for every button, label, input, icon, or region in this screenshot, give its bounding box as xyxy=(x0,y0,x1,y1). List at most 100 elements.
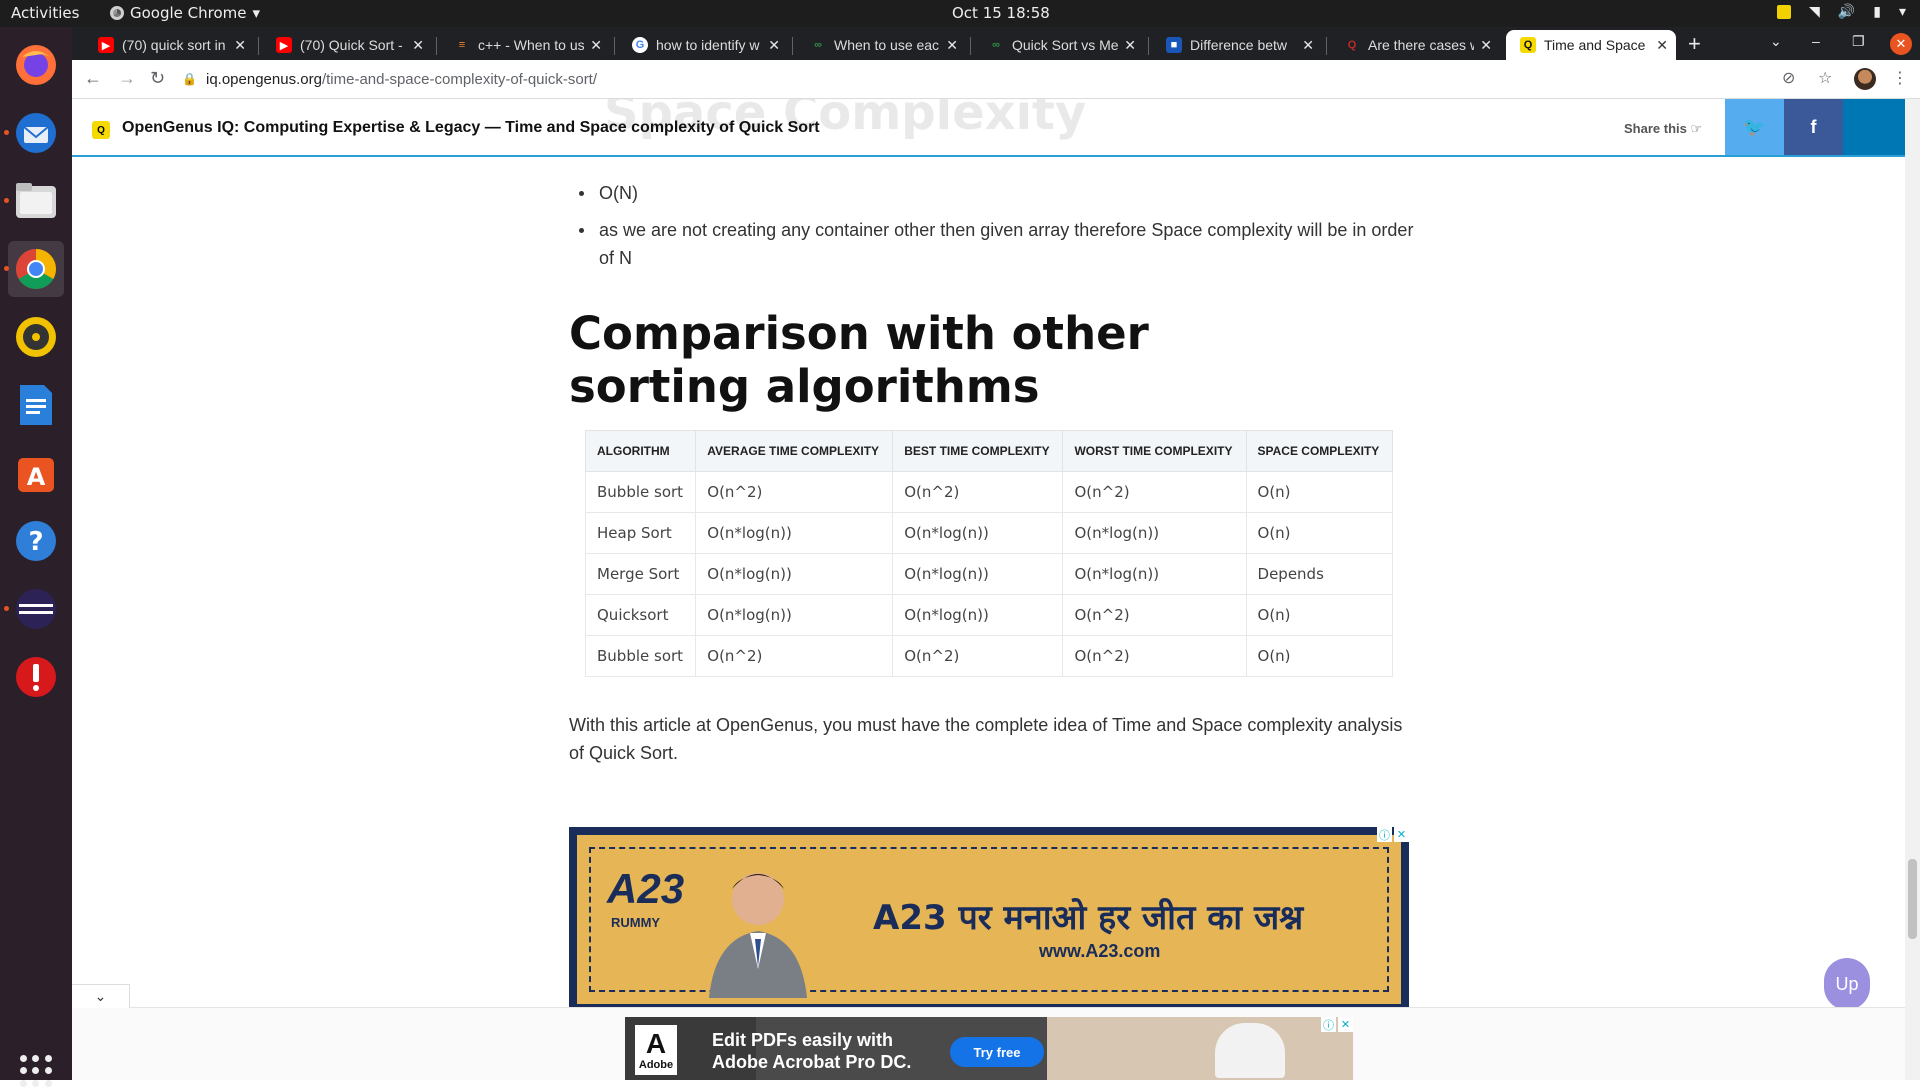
writer-icon[interactable] xyxy=(8,377,64,433)
minimize-icon[interactable]: – xyxy=(1812,33,1820,49)
thunderbird-icon[interactable] xyxy=(8,105,64,161)
updates-icon[interactable] xyxy=(8,649,64,705)
volume-icon[interactable]: 🔊 xyxy=(1838,4,1855,20)
clock[interactable]: Oct 15 18:58 xyxy=(952,4,1050,22)
tab-youtube-quick-sort[interactable]: ▶ (70) quick sort in ✕ xyxy=(84,30,254,60)
tab-difference-between[interactable]: ■ Difference betw ✕ xyxy=(1152,30,1322,60)
ad-close-icon[interactable]: ✕ xyxy=(1394,827,1409,842)
activities-button[interactable]: Activities xyxy=(11,4,79,22)
ad-close-icon[interactable]: ✕ xyxy=(1338,1017,1353,1032)
ad-headline: A23 पर मनाओ हर जीत का जश्न xyxy=(873,898,1304,938)
scrollbar-thumb[interactable] xyxy=(1908,859,1917,939)
close-tab-icon[interactable]: ✕ xyxy=(1302,37,1314,54)
eclipse-icon[interactable] xyxy=(8,581,64,637)
opengenus-logo[interactable]: Q xyxy=(92,121,110,139)
tab-quora[interactable]: Q Are there cases w ✕ xyxy=(1330,30,1500,60)
chevron-down-icon: ⌄ xyxy=(94,988,107,1004)
try-free-button[interactable]: Try free xyxy=(950,1037,1044,1067)
new-tab-button[interactable]: + xyxy=(1688,31,1701,57)
battery-icon[interactable]: ▮ xyxy=(1873,4,1881,20)
page-scrollbar[interactable] xyxy=(1905,99,1920,1080)
youtube-icon: ▶ xyxy=(98,37,114,53)
adchoices-icon[interactable]: ⓘ xyxy=(1377,827,1392,842)
chevron-down-icon: ▾ xyxy=(252,4,261,22)
notes-icon[interactable] xyxy=(1777,5,1792,19)
show-applications-icon[interactable] xyxy=(20,1055,52,1087)
ad-person-image xyxy=(1215,1023,1285,1078)
back-icon[interactable]: ← xyxy=(84,68,102,89)
wifi-icon[interactable]: ◥ xyxy=(1809,4,1820,20)
firefox-icon[interactable] xyxy=(8,37,64,93)
kebab-menu-icon[interactable]: ⋮ xyxy=(1892,68,1908,88)
twitter-share-button[interactable]: 🐦 xyxy=(1725,99,1784,155)
close-window-icon[interactable]: ✕ xyxy=(1890,33,1912,55)
adobe-acrobat-ad[interactable]: A Adobe Edit PDFs easily with Adobe Acro… xyxy=(625,1017,1353,1080)
address-bar[interactable]: 🔒 iq.opengenus.org/time-and-space-comple… xyxy=(182,64,1882,94)
tab-time-and-space-active[interactable]: Q Time and Space c ✕ xyxy=(1506,30,1676,60)
conclusion-paragraph: With this article at OpenGenus, you must… xyxy=(569,715,1403,763)
files-icon[interactable] xyxy=(8,173,64,229)
power-menu-icon[interactable]: ▾ xyxy=(1899,4,1906,20)
ad-headline: Edit PDFs easily with Adobe Acrobat Pro … xyxy=(712,1030,912,1072)
svg-text:?: ? xyxy=(28,527,43,557)
column-header: AVERAGE TIME COMPLEXITY xyxy=(695,430,894,472)
ad-choices[interactable]: ⓘ ✕ xyxy=(1321,1017,1353,1032)
scroll-to-top-button[interactable]: Up xyxy=(1824,958,1870,1010)
forward-icon[interactable]: → xyxy=(118,68,136,89)
table-cell: Heap Sort xyxy=(584,512,697,554)
software-icon[interactable]: A xyxy=(8,445,64,501)
rhythmbox-icon[interactable] xyxy=(8,309,64,365)
ad-brand-subtitle: RUMMY xyxy=(611,915,661,930)
close-tab-icon[interactable]: ✕ xyxy=(768,37,780,54)
reload-icon[interactable]: ↻ xyxy=(150,68,165,89)
close-tab-icon[interactable]: ✕ xyxy=(1480,37,1492,54)
table-cell: O(n^2) xyxy=(695,471,894,513)
system-tray[interactable]: ◥ 🔊 ▮ ▾ xyxy=(1777,4,1906,20)
adobe-logo: A Adobe xyxy=(635,1025,677,1075)
app-menu[interactable]: Google Chrome ▾ xyxy=(110,4,260,22)
table-cell: O(n*log(n)) xyxy=(1062,512,1247,554)
profile-avatar[interactable] xyxy=(1854,68,1876,90)
site-title[interactable]: OpenGenus IQ: Computing Expertise & Lega… xyxy=(122,119,820,137)
close-tab-icon[interactable]: ✕ xyxy=(946,37,958,54)
stackoverflow-icon: ≡ xyxy=(458,39,466,51)
tab-gfg-quick-vs-merge[interactable]: ∞ Quick Sort vs Me ✕ xyxy=(974,30,1144,60)
table-cell: O(n*log(n)) xyxy=(892,594,1064,636)
column-header: SPACE COMPLEXITY xyxy=(1245,430,1394,472)
column-header: ALGORITHM xyxy=(584,430,697,472)
tab-search-icon[interactable]: ⌄ xyxy=(1770,33,1782,50)
adchoices-icon[interactable]: ⓘ xyxy=(1321,1017,1336,1032)
bookmark-star-icon[interactable]: ☆ xyxy=(1818,68,1832,88)
close-tab-icon[interactable]: ✕ xyxy=(1124,37,1136,54)
google-icon: G xyxy=(632,37,648,53)
chrome-icon[interactable] xyxy=(8,241,64,297)
table-cell: O(n) xyxy=(1245,594,1394,636)
table-cell: O(n*log(n)) xyxy=(1062,553,1247,595)
ad-choices[interactable]: ⓘ ✕ xyxy=(1377,827,1409,842)
restore-icon[interactable]: ❐ xyxy=(1852,33,1865,50)
tab-gfg-when-to-use[interactable]: ∞ When to use eac ✕ xyxy=(796,30,966,60)
tab-youtube-quick-sort-2[interactable]: ▶ (70) Quick Sort - ✕ xyxy=(262,30,432,60)
close-tab-icon[interactable]: ✕ xyxy=(590,37,602,54)
tab-stackoverflow[interactable]: ≡ c++ - When to use ✕ xyxy=(440,30,610,60)
gfg-icon: ∞ xyxy=(992,39,1000,51)
table-cell: O(n*log(n)) xyxy=(695,553,894,595)
facebook-share-button[interactable]: f xyxy=(1784,99,1843,155)
help-icon[interactable]: ? xyxy=(8,513,64,569)
collapse-ad-button[interactable]: ⌄ xyxy=(72,984,130,1008)
close-tab-icon[interactable]: ✕ xyxy=(1656,37,1668,54)
tab-google-search[interactable]: G how to identify w ✕ xyxy=(618,30,788,60)
table-cell: Depends xyxy=(1245,553,1394,595)
a23-rummy-ad[interactable]: A23 RUMMY A23 पर मनाओ हर जीत का जश्न www… xyxy=(569,827,1409,1012)
facebook-icon: f xyxy=(1810,116,1817,137)
close-tab-icon[interactable]: ✕ xyxy=(234,37,246,54)
linkedin-share-button[interactable] xyxy=(1843,99,1905,155)
notifications-muted-icon[interactable]: ⊘ xyxy=(1782,68,1795,88)
lock-icon[interactable]: 🔒 xyxy=(182,72,197,86)
table-cell: O(n^2) xyxy=(1062,471,1247,513)
list-item: as we are not creating any container oth… xyxy=(569,216,1419,272)
comparison-table: ALGORITHM AVERAGE TIME COMPLEXITY BEST T… xyxy=(584,430,1394,677)
close-tab-icon[interactable]: ✕ xyxy=(412,37,424,54)
running-indicator xyxy=(4,130,9,135)
share-label: Share this ☞ xyxy=(1624,121,1703,136)
